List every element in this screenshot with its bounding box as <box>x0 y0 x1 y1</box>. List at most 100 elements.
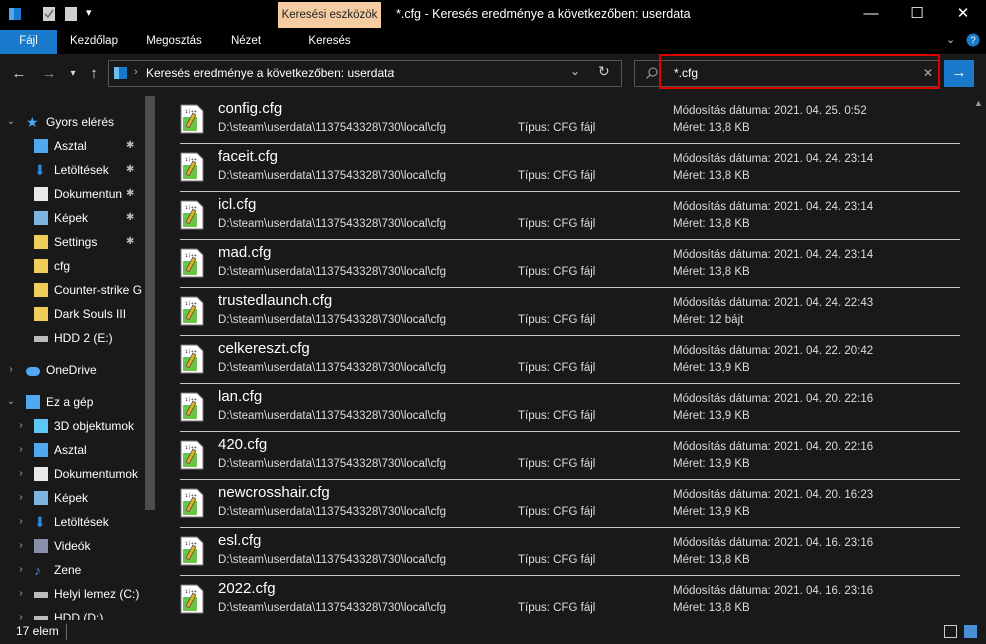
maximize-button[interactable]: ☐ <box>894 0 940 30</box>
sidebar-item-label: HDD (D:) <box>54 611 104 620</box>
forward-arrow-icon[interactable]: → <box>38 63 60 85</box>
cube-icon <box>34 419 48 433</box>
file-size: Méret: 13,9 KB <box>673 410 750 422</box>
recent-locations-icon[interactable]: ▾ <box>62 63 84 85</box>
sidebar-item-label: Letöltések <box>54 163 109 177</box>
sidebar-item[interactable]: Counter-strike G <box>0 278 145 302</box>
tab-view[interactable]: Nézet <box>222 30 270 54</box>
sidebar-item[interactable]: HDD 2 (E:) <box>0 326 145 350</box>
file-row[interactable]: 1|++ 2022.cfg D:\steam\userdata\1137543328… <box>180 576 960 620</box>
address-history-dropdown-icon[interactable]: ⌄ <box>570 64 580 78</box>
folder-icon <box>34 259 48 273</box>
tab-file[interactable]: Fájl <box>0 30 57 54</box>
file-row[interactable]: 1|++ newcrosshair.cfg D:\steam\userdata\11… <box>180 480 960 528</box>
expand-chevron-icon[interactable]: › <box>16 414 26 438</box>
file-type: Típus: CFG fájl <box>518 218 596 230</box>
expand-chevron-icon[interactable]: › <box>16 486 26 510</box>
sidebar-item[interactable]: ⌄ Ez a gép <box>0 390 145 414</box>
details-view-icon[interactable] <box>944 625 957 638</box>
file-modified-date: Módosítás dátuma: 2021. 04. 20. 22:16 <box>673 393 874 405</box>
sidebar-scrollbar[interactable] <box>145 96 155 510</box>
file-name: celkereszt.cfg <box>218 340 310 357</box>
scroll-up-arrow-icon[interactable]: ▲ <box>974 98 983 108</box>
help-icon[interactable]: ? <box>966 33 980 47</box>
sidebar-item[interactable]: › ♪ Zene <box>0 558 145 582</box>
drive-icon <box>34 336 48 342</box>
tab-home[interactable]: Kezdőlap <box>60 30 128 54</box>
cfg-file-icon: 1|++ <box>180 536 204 566</box>
sidebar-item[interactable]: ⬇ Letöltések ✱ <box>0 158 145 182</box>
folder-icon <box>34 283 48 297</box>
file-name: esl.cfg <box>218 532 262 549</box>
sidebar-item-label: Letöltések <box>54 515 109 529</box>
file-row[interactable]: 1|++ esl.cfg D:\steam\userdata\1137543328\… <box>180 528 960 576</box>
expand-chevron-icon[interactable]: › <box>16 582 26 606</box>
collapse-chevron-icon[interactable]: ⌄ <box>6 390 16 414</box>
sidebar-item[interactable]: Dokumentun ✱ <box>0 182 145 206</box>
file-path: D:\steam\userdata\1137543328\730\local\c… <box>218 218 447 230</box>
file-row[interactable]: 1|++ trustedlaunch.cfg D:\steam\userdata\1… <box>180 288 960 336</box>
results-scrollbar[interactable]: ▲ <box>972 96 986 620</box>
expand-chevron-icon[interactable]: › <box>16 606 26 620</box>
sidebar-item[interactable]: Settings ✱ <box>0 230 145 254</box>
back-arrow-icon[interactable]: ← <box>8 63 30 85</box>
sidebar-item-label: Zene <box>54 563 82 577</box>
file-row[interactable]: 1|++ 420.cfg D:\steam\userdata\1137543328\… <box>180 432 960 480</box>
tab-search[interactable]: Keresés <box>278 30 381 54</box>
expand-chevron-icon[interactable]: › <box>16 510 26 534</box>
ribbon-expand-icon[interactable]: ⌄ <box>946 33 955 46</box>
sidebar-item[interactable]: › ⬇ Letöltések <box>0 510 145 534</box>
file-type: Típus: CFG fájl <box>518 266 596 278</box>
file-row[interactable]: 1|++ celkereszt.cfg D:\steam\userdata\1137… <box>180 336 960 384</box>
sidebar-item[interactable]: Asztal ✱ <box>0 134 145 158</box>
file-row[interactable]: 1|++ lan.cfg D:\steam\userdata\1137543328\… <box>180 384 960 432</box>
navigation-pane: ⌄ ★ Gyors elérés Asztal ✱ ⬇ Letöltések ✱ Dokumen… <box>0 94 158 620</box>
large-icons-view-icon[interactable] <box>964 625 977 638</box>
refresh-icon[interactable]: ↻ <box>598 63 610 80</box>
close-button[interactable]: ✕ <box>940 0 986 30</box>
collapse-chevron-icon[interactable]: ⌄ <box>6 110 16 134</box>
search-go-button[interactable]: → <box>944 60 974 87</box>
sidebar-item[interactable]: › Képek <box>0 486 145 510</box>
tab-share[interactable]: Megosztás <box>136 30 212 54</box>
expand-chevron-icon[interactable]: › <box>16 558 26 582</box>
sidebar-item[interactable]: › OneDrive <box>0 358 145 382</box>
file-row[interactable]: 1|++ icl.cfg D:\steam\userdata\1137543328\… <box>180 192 960 240</box>
file-size: Méret: 13,9 KB <box>673 458 750 470</box>
expand-chevron-icon[interactable]: › <box>16 534 26 558</box>
sidebar-item[interactable]: › 3D objektumok <box>0 414 145 438</box>
file-row[interactable]: 1|++ config.cfg D:\steam\userdata\11375433… <box>180 96 960 144</box>
sidebar-item-label: Videók <box>54 539 91 553</box>
file-path: D:\steam\userdata\1137543328\730\local\c… <box>218 266 447 278</box>
minimize-button[interactable]: — <box>848 0 894 30</box>
window-title: *.cfg - Keresés eredménye a következőben… <box>396 7 691 21</box>
up-arrow-icon[interactable]: ↑ <box>83 63 105 85</box>
cloud-icon <box>26 367 40 376</box>
expand-chevron-icon[interactable]: › <box>6 358 16 382</box>
sidebar-item[interactable]: › Videók <box>0 534 145 558</box>
sidebar-item[interactable]: cfg <box>0 254 145 278</box>
sidebar-item[interactable]: ⌄ ★ Gyors elérés <box>0 110 145 134</box>
sidebar-item[interactable]: › Dokumentumok <box>0 462 145 486</box>
address-breadcrumb[interactable]: Keresés eredménye a következőben: userda… <box>146 60 394 87</box>
expand-chevron-icon[interactable]: › <box>16 438 26 462</box>
item-count: 17 elem <box>16 624 59 638</box>
sidebar-item[interactable]: › Helyi lemez (C:) <box>0 582 145 606</box>
file-type: Típus: CFG fájl <box>518 458 596 470</box>
file-row[interactable]: 1|++ faceit.cfg D:\steam\userdata\11375433… <box>180 144 960 192</box>
sidebar-item[interactable]: Dark Souls III <box>0 302 145 326</box>
new-folder-icon[interactable] <box>64 6 78 22</box>
file-modified-date: Módosítás dátuma: 2021. 04. 25. 0:52 <box>673 105 867 117</box>
sidebar-item[interactable]: › Asztal <box>0 438 145 462</box>
quick-access-dropdown-icon[interactable]: ▾ <box>86 6 92 19</box>
star-icon: ★ <box>26 114 39 130</box>
svg-text:1|++: 1|++ <box>185 253 197 259</box>
file-modified-date: Módosítás dátuma: 2021. 04. 24. 22:43 <box>673 297 874 309</box>
file-row[interactable]: 1|++ mad.cfg D:\steam\userdata\1137543328\… <box>180 240 960 288</box>
expand-chevron-icon[interactable]: › <box>16 462 26 486</box>
sidebar-item[interactable]: › HDD (D:) <box>0 606 145 620</box>
drive-icon <box>34 592 48 598</box>
properties-icon[interactable] <box>42 6 56 22</box>
sidebar-item[interactable]: Képek ✱ <box>0 206 145 230</box>
svg-text:1|++: 1|++ <box>185 349 197 355</box>
